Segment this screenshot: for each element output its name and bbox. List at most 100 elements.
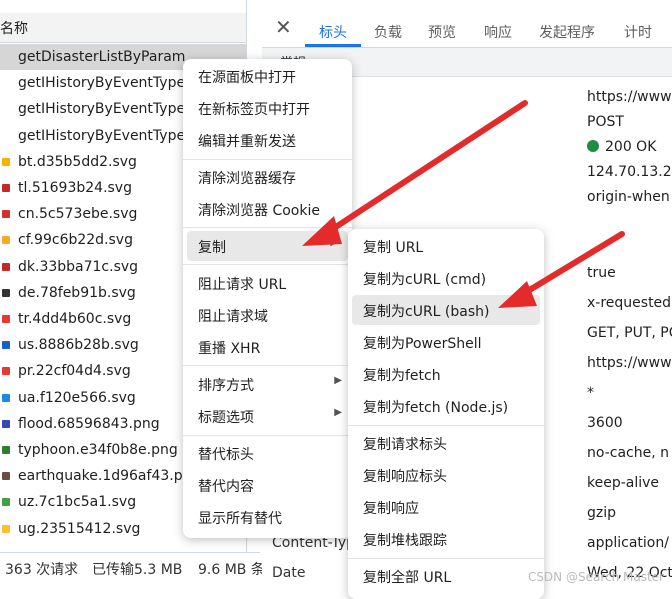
menu-divider bbox=[183, 264, 352, 265]
request-name: de.78feb91b.svg bbox=[18, 284, 136, 301]
copy-submenu: 复制 URL 复制为cURL (cmd) 复制为cURL (bash) 复制为P… bbox=[348, 229, 544, 599]
menu-item-clear-cookies[interactable]: 清除浏览器 Cookie bbox=[183, 194, 352, 224]
header-value: true bbox=[587, 265, 616, 281]
header-value: gzip bbox=[587, 505, 617, 521]
menu-item-override-content[interactable]: 替代内容 bbox=[183, 470, 352, 500]
menu-item-copy-powershell[interactable]: 复制为PowerShell bbox=[348, 327, 544, 357]
request-name: pr.22cf04d4.svg bbox=[18, 363, 131, 380]
request-name: cn.5c573ebe.svg bbox=[18, 206, 138, 223]
menu-item-sort-by[interactable]: 排序方式 ▶ bbox=[183, 369, 352, 399]
file-type-icon bbox=[2, 210, 10, 219]
header-value: GET, PUT, PO bbox=[587, 325, 672, 341]
request-name: getIHistoryByEventType bbox=[18, 127, 186, 144]
request-name: dk.33bba71c.svg bbox=[18, 258, 139, 275]
menu-item-block-request-domain[interactable]: 阻止请求域 bbox=[183, 300, 352, 330]
menu-item-copy-response-headers[interactable]: 复制响应标头 bbox=[348, 460, 544, 490]
header-value: application/ bbox=[587, 535, 669, 551]
file-type-icon bbox=[2, 367, 10, 376]
header-value: 3600 bbox=[587, 415, 623, 431]
menu-item-copy-curl-bash[interactable]: 复制为cURL (bash) bbox=[352, 295, 540, 325]
menu-divider bbox=[183, 227, 352, 228]
menu-item-copy-url[interactable]: 复制 URL bbox=[348, 231, 544, 261]
menu-divider bbox=[183, 159, 352, 160]
tab-initiator[interactable]: 发起程序 bbox=[539, 22, 595, 42]
menu-item-copy-all-urls[interactable]: 复制全部 URL bbox=[348, 561, 544, 591]
request-name: us.8886b28b.svg bbox=[18, 337, 139, 354]
request-name: flood.68596843.png bbox=[18, 415, 160, 432]
request-name: getIHistoryByEventType bbox=[18, 101, 186, 118]
file-type-icon bbox=[2, 341, 10, 350]
header-value: * bbox=[587, 385, 594, 401]
menu-divider bbox=[183, 365, 352, 366]
header-value: x-requested bbox=[587, 295, 672, 311]
file-type-icon bbox=[2, 315, 10, 323]
menu-item-show-all-overrides[interactable]: 显示所有替代 bbox=[183, 502, 352, 532]
header-key-date: Date bbox=[272, 565, 306, 581]
request-name: typhoon.e34f0b8e.png bbox=[18, 442, 178, 458]
request-name: ua.f120e566.svg bbox=[18, 389, 136, 406]
menu-item-copy-response[interactable]: 复制响应 bbox=[348, 492, 544, 522]
menu-item-block-request-url[interactable]: 阻止请求 URL bbox=[183, 268, 352, 298]
submenu-arrow-icon: ▶ bbox=[330, 237, 338, 248]
request-name: tr.4dd4b60c.svg bbox=[18, 311, 132, 327]
request-count: 363 次请求 bbox=[5, 562, 79, 578]
menu-item-copy-fetch[interactable]: 复制为fetch bbox=[348, 359, 544, 389]
status-code-value: 200 OK bbox=[605, 139, 657, 155]
file-type-icon bbox=[2, 236, 10, 245]
request-name: tl.51693b24.svg bbox=[18, 180, 132, 196]
header-value: no-cache, n bbox=[587, 445, 669, 461]
file-type-icon bbox=[2, 498, 10, 507]
menu-item-edit-and-resend[interactable]: 编辑并重新发送 bbox=[183, 125, 352, 155]
file-type-icon bbox=[2, 157, 10, 166]
menu-item-open-in-new-tab[interactable]: 在新标签页中打开 bbox=[183, 93, 352, 123]
submenu-arrow-icon: ▶ bbox=[334, 407, 342, 418]
watermark: CSDN @Search Master bbox=[527, 570, 664, 584]
menu-item-copy-stack-trace[interactable]: 复制堆栈跟踪 bbox=[348, 524, 544, 554]
status-ok-icon bbox=[587, 140, 599, 152]
status-code: 200 OK bbox=[587, 139, 656, 155]
request-url-value: https://www bbox=[587, 89, 672, 105]
request-name: bt.d35b5dd2.svg bbox=[18, 153, 137, 170]
request-method-value: POST bbox=[587, 114, 624, 130]
header-value: keep-alive bbox=[587, 475, 660, 491]
name-column-header[interactable]: 名称 bbox=[0, 13, 246, 43]
menu-item-copy[interactable]: 复制 ▶ bbox=[187, 231, 348, 261]
close-icon[interactable]: ✕ bbox=[275, 16, 297, 38]
menu-item-replay-xhr[interactable]: 重播 XHR bbox=[183, 332, 352, 362]
menu-item-copy-request-headers[interactable]: 复制请求标头 bbox=[348, 428, 544, 458]
request-name: uz.7c1bc5a1.svg bbox=[18, 494, 137, 511]
file-type-icon bbox=[2, 524, 10, 533]
menu-item-clear-cache[interactable]: 清除浏览器缓存 bbox=[183, 162, 352, 192]
menu-item-override-headers[interactable]: 替代标头 bbox=[183, 438, 352, 468]
header-value: https://www bbox=[587, 355, 672, 371]
file-type-icon bbox=[2, 184, 10, 192]
file-type-icon bbox=[2, 472, 10, 481]
tab-headers[interactable]: 标头 bbox=[319, 22, 347, 42]
request-name: earthquake.1d96af43.p bbox=[18, 468, 183, 485]
name-column-label: 名称 bbox=[0, 21, 28, 37]
request-name: getDisasterListByParam bbox=[18, 49, 186, 65]
resources-size: 9.6 MB 条 bbox=[198, 562, 265, 578]
tab-payload[interactable]: 负载 bbox=[374, 22, 402, 42]
tab-response[interactable]: 响应 bbox=[484, 22, 512, 42]
menu-divider bbox=[348, 558, 544, 559]
status-footer: 363 次请求 已传输5.3 MB 9.6 MB 条 bbox=[0, 552, 265, 591]
tab-preview[interactable]: 预览 bbox=[428, 22, 456, 42]
transferred-size: 已传输5.3 MB bbox=[92, 562, 183, 578]
file-type-icon bbox=[2, 288, 10, 297]
remote-address-value: 124.70.13.22 bbox=[587, 164, 672, 180]
file-type-icon bbox=[2, 446, 10, 454]
menu-item-copy-curl-cmd[interactable]: 复制为cURL (cmd) bbox=[348, 263, 544, 293]
file-type-icon bbox=[2, 262, 10, 271]
submenu-arrow-icon: ▶ bbox=[334, 375, 342, 386]
referrer-policy-value: origin-when bbox=[587, 189, 670, 205]
tab-timing[interactable]: 计时 bbox=[624, 22, 652, 42]
menu-item-open-in-sources[interactable]: 在源面板中打开 bbox=[183, 61, 352, 91]
request-name: cf.99c6b22d.svg bbox=[18, 232, 133, 249]
menu-item-copy-fetch-node[interactable]: 复制为fetch (Node.js) bbox=[348, 391, 544, 421]
file-type-icon bbox=[2, 419, 10, 428]
menu-item-header-options[interactable]: 标题选项 ▶ bbox=[183, 401, 352, 431]
menu-divider bbox=[348, 425, 544, 426]
menu-divider bbox=[183, 435, 352, 436]
active-tab-indicator bbox=[305, 44, 361, 47]
